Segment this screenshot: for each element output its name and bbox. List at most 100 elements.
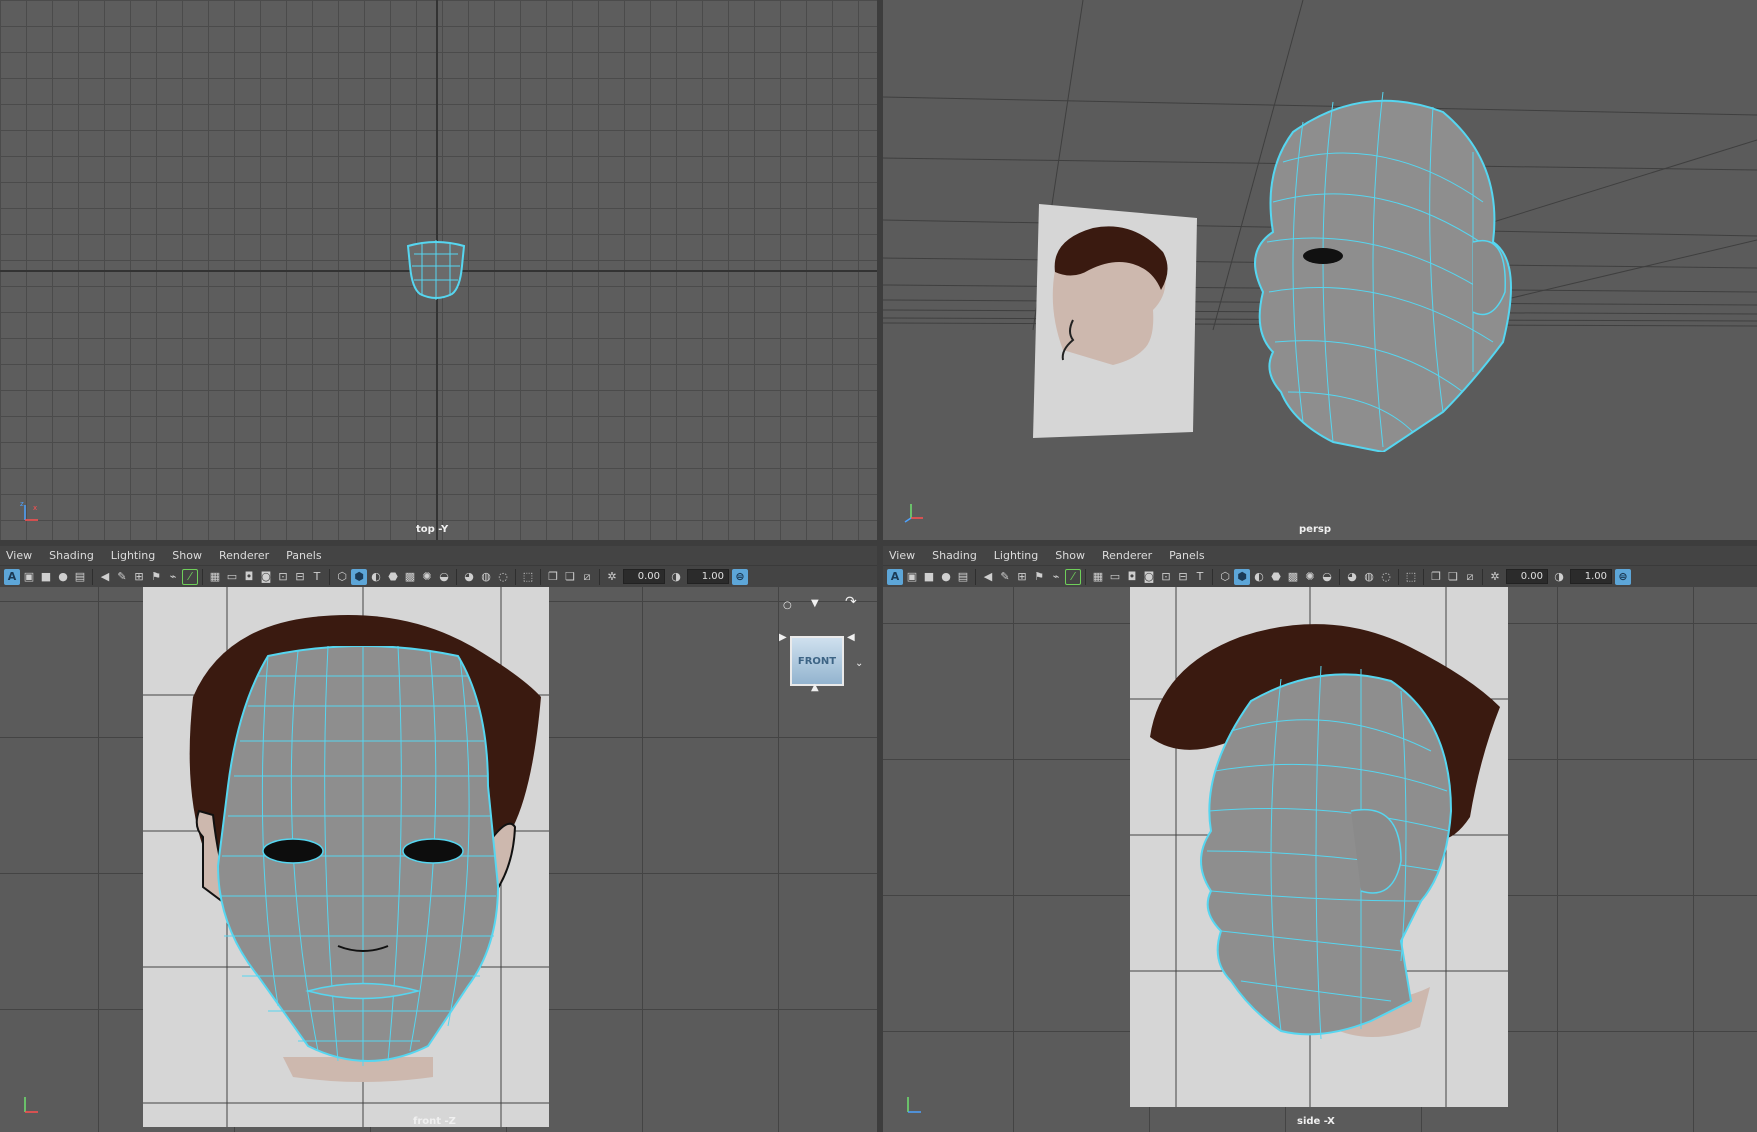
resolution-gate-icon[interactable]: ◘ [241,569,257,585]
film-gate-mask-icon[interactable]: ▭ [1107,569,1123,585]
menu-view[interactable]: View [889,549,915,562]
screen-space-ao-icon[interactable]: ◕ [1344,569,1360,585]
film-gate-mask-icon[interactable]: ▭ [224,569,240,585]
menu-renderer[interactable]: Renderer [1102,549,1152,562]
texture-icon[interactable]: ▩ [1285,569,1301,585]
rotate-up-icon[interactable]: ▲ [811,682,819,693]
isolate-icon[interactable]: ⬚ [1403,569,1419,585]
default-material-icon[interactable]: ◐ [1251,569,1267,585]
field-chart-icon[interactable]: ⊡ [275,569,291,585]
texture-icon[interactable]: ▩ [402,569,418,585]
safe-title-icon[interactable]: T [1192,569,1208,585]
colorspace-icon[interactable]: ⊜ [1615,568,1631,585]
smooth-shade-icon[interactable]: ⬢ [351,568,367,585]
gate-mask-icon[interactable]: ◙ [1141,569,1157,585]
gamma-icon[interactable]: ◑ [668,569,684,585]
camera-attributes-icon[interactable]: ▣ [904,569,920,585]
wireframe-on-shaded-icon[interactable]: ⬣ [385,569,401,585]
grid-icon[interactable]: ▦ [1090,569,1106,585]
menu-lighting[interactable]: Lighting [994,549,1038,562]
bookmark-flag-icon[interactable]: ⚑ [1031,569,1047,585]
exposure-icon[interactable]: ✲ [604,569,620,585]
two-d-pan-icon[interactable]: ◀ [980,569,996,585]
camera-attributes-icon[interactable]: ▣ [21,569,37,585]
wireframe-icon[interactable]: ⬡ [334,569,350,585]
viewport-front[interactable]: View Shading Lighting Show Renderer Pane… [0,546,877,1132]
xray-icon[interactable]: ❐ [1428,569,1444,585]
xray-joints-icon[interactable]: ⁄ [182,568,198,585]
gamma-field[interactable]: 1.00 [1570,569,1612,584]
xray-joints-icon[interactable]: ⁄ [1065,568,1081,585]
frame-all-icon[interactable]: ⊞ [1014,569,1030,585]
backface-culling-icon[interactable]: ⧄ [1462,569,1478,585]
viewcube-face[interactable]: FRONT [790,636,844,686]
menu-renderer[interactable]: Renderer [219,549,269,562]
light-icon[interactable]: ✺ [1302,569,1318,585]
menu-panels[interactable]: Panels [286,549,321,562]
gate-mask-icon[interactable]: ◙ [258,569,274,585]
roll-icon[interactable]: ↷ [845,594,857,610]
field-chart-icon[interactable]: ⊡ [1158,569,1174,585]
menu-shading[interactable]: Shading [49,549,94,562]
film-gate-icon[interactable]: ▤ [72,569,88,585]
smooth-shade-icon[interactable]: ⬢ [1234,568,1250,585]
viewport-top[interactable]: x z top -Y [0,0,877,540]
resolution-gate-icon[interactable]: ◘ [1124,569,1140,585]
viewcube[interactable]: ○ ▼ ↷ ▶ FRONT ◀ ▲ ⌄ [775,592,875,693]
wireframe-on-shaded-icon[interactable]: ⬣ [1268,569,1284,585]
grease-pencil-icon[interactable]: ✎ [997,569,1013,585]
anti-aliasing-icon[interactable]: ◌ [1378,569,1394,585]
frame-all-icon[interactable]: ⊞ [131,569,147,585]
viewport-persp[interactable]: persp [883,0,1757,540]
menu-view[interactable]: View [6,549,32,562]
screen-space-ao-icon[interactable]: ◕ [461,569,477,585]
film-gate-icon[interactable]: ▤ [955,569,971,585]
xray-active-icon[interactable]: ❏ [562,569,578,585]
viewport-side[interactable]: View Shading Lighting Show Renderer Pane… [883,546,1757,1132]
colorspace-icon[interactable]: ⊜ [732,568,748,585]
xray-icon[interactable]: ❐ [545,569,561,585]
motion-blur-icon[interactable]: ◍ [478,569,494,585]
shadows-icon[interactable]: ◒ [1319,569,1335,585]
motion-blur-icon[interactable]: ◍ [1361,569,1377,585]
select-camera-icon[interactable]: A [887,568,903,585]
rotate-left-icon[interactable]: ▶ [779,632,787,643]
pane-divider-horizontal[interactable] [0,540,1757,546]
motion-trail-icon[interactable]: ⌁ [1048,569,1064,585]
grease-pencil-icon[interactable]: ✎ [114,569,130,585]
bookmark-icon[interactable]: ■ [921,569,937,585]
head-mesh-side[interactable] [1171,661,1471,1081]
xray-active-icon[interactable]: ❏ [1445,569,1461,585]
image-plane-icon[interactable]: ● [55,569,71,585]
head-mesh-top[interactable] [400,236,472,302]
exposure-icon[interactable]: ✲ [1487,569,1503,585]
menu-lighting[interactable]: Lighting [111,549,155,562]
grid-icon[interactable]: ▦ [207,569,223,585]
motion-trail-icon[interactable]: ⌁ [165,569,181,585]
two-d-pan-icon[interactable]: ◀ [97,569,113,585]
head-mesh-persp[interactable] [1233,92,1563,452]
default-material-icon[interactable]: ◐ [368,569,384,585]
anti-aliasing-icon[interactable]: ◌ [495,569,511,585]
menu-show[interactable]: Show [1055,549,1085,562]
isolate-icon[interactable]: ⬚ [520,569,536,585]
bookmark-flag-icon[interactable]: ⚑ [148,569,164,585]
gamma-field[interactable]: 1.00 [687,569,729,584]
rotate-down-icon[interactable]: ▼ [811,598,819,609]
viewcube-menu-icon[interactable]: ⌄ [855,658,863,669]
select-camera-icon[interactable]: A [4,568,20,585]
image-plane-icon[interactable]: ● [938,569,954,585]
rotate-right-icon[interactable]: ◀ [847,632,855,643]
exposure-field[interactable]: 0.00 [1506,569,1548,584]
safe-action-icon[interactable]: ⊟ [1175,569,1191,585]
menu-panels[interactable]: Panels [1169,549,1204,562]
reference-image-plane[interactable] [1033,200,1203,440]
head-mesh-front[interactable] [198,646,508,1086]
backface-culling-icon[interactable]: ⧄ [579,569,595,585]
gamma-icon[interactable]: ◑ [1551,569,1567,585]
light-icon[interactable]: ✺ [419,569,435,585]
menu-show[interactable]: Show [172,549,202,562]
home-icon[interactable]: ○ [783,600,792,611]
exposure-field[interactable]: 0.00 [623,569,665,584]
pane-divider-vertical[interactable] [877,0,883,1132]
